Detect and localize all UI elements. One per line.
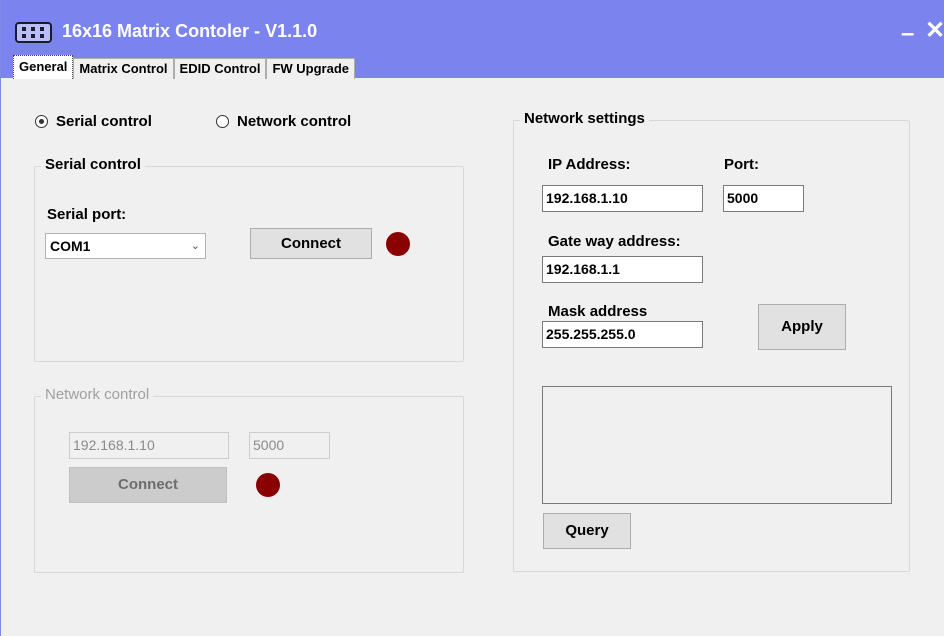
apply-button[interactable]: Apply [758, 304, 846, 350]
serial-port-select[interactable]: COM1 ⌄ [45, 233, 206, 259]
serial-port-value: COM1 [50, 238, 91, 254]
window-title: 16x16 Matrix Contoler - V1.1.0 [62, 21, 318, 41]
chevron-down-icon: ⌄ [190, 240, 200, 252]
network-settings-group-title: Network settings [520, 110, 649, 127]
tab-fw-upgrade[interactable]: FW Upgrade [266, 58, 355, 79]
serial-control-group-title: Serial control [41, 156, 145, 173]
network-control-ip-field[interactable]: 192.168.1.10 [69, 432, 229, 459]
mask-address-label: Mask address [548, 303, 648, 320]
network-status-indicator [256, 473, 280, 497]
serial-port-label: Serial port: [47, 206, 127, 223]
network-control-radio[interactable]: Network control [216, 113, 351, 130]
network-control-port-field[interactable]: 5000 [249, 432, 330, 459]
response-log-area[interactable] [542, 386, 892, 504]
serial-connect-button[interactable]: Connect [250, 228, 372, 259]
ip-address-label: IP Address: [548, 156, 631, 173]
mask-address-input[interactable]: 255.255.255.0 [542, 321, 703, 348]
network-control-radio-label: Network control [237, 113, 352, 130]
gateway-address-label: Gate way address: [548, 233, 681, 250]
port-input[interactable]: 5000 [723, 185, 804, 212]
query-button[interactable]: Query [543, 513, 631, 549]
network-control-group-title: Network control [41, 386, 154, 403]
gateway-address-input[interactable]: 192.168.1.1 [542, 256, 703, 283]
minimize-button[interactable]: – [901, 22, 914, 46]
general-tab-panel: Serial control Network control Serial co… [1, 79, 944, 636]
radio-unchecked-icon [216, 115, 229, 128]
title-bar[interactable]: 16x16 Matrix Contoler - V1.1.0 – ✕ Gener… [1, 0, 944, 79]
serial-control-radio[interactable]: Serial control [35, 113, 152, 130]
tab-strip: General Matrix Control EDID Control FW U… [13, 55, 355, 79]
close-button[interactable]: ✕ [925, 19, 944, 43]
radio-checked-icon [35, 115, 48, 128]
ip-address-input[interactable]: 192.168.1.10 [542, 185, 703, 212]
serial-control-radio-label: Serial control [56, 113, 152, 130]
matrix-device-icon [15, 22, 52, 43]
tab-general[interactable]: General [13, 55, 74, 79]
tab-matrix-control[interactable]: Matrix Control [73, 58, 174, 79]
network-connect-button[interactable]: Connect [69, 467, 227, 503]
serial-control-group [34, 166, 464, 362]
serial-status-indicator [386, 232, 410, 256]
app-window: 16x16 Matrix Contoler - V1.1.0 – ✕ Gener… [0, 0, 944, 636]
tab-edid-control[interactable]: EDID Control [173, 58, 267, 79]
port-label: Port: [724, 156, 759, 173]
